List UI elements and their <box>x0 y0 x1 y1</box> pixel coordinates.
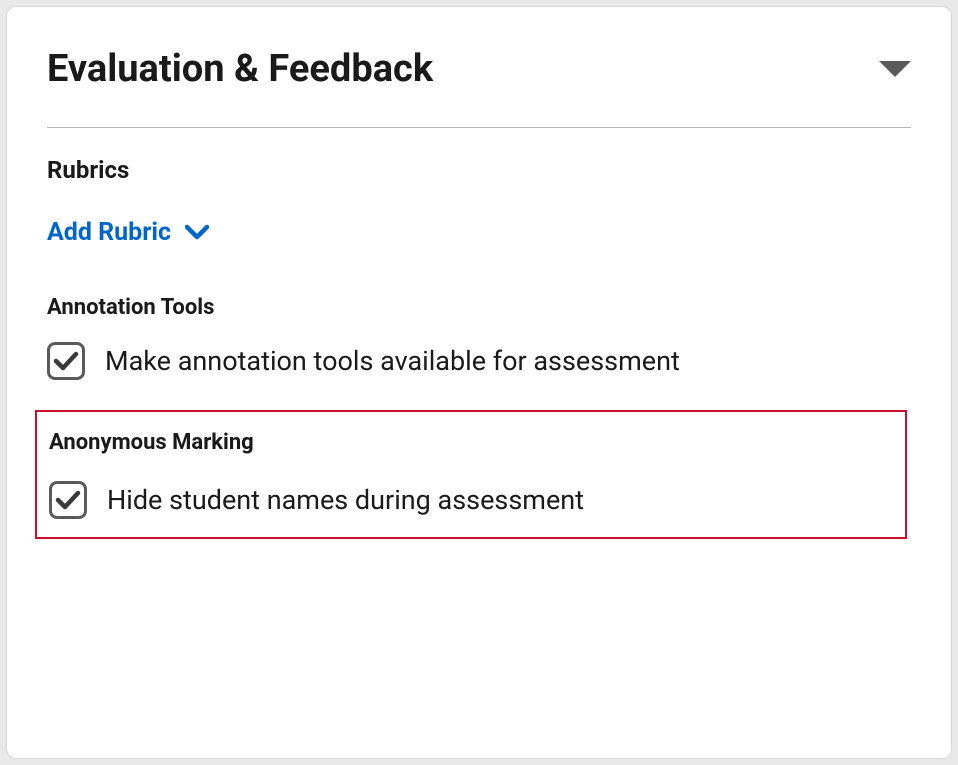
annotation-checkbox[interactable] <box>47 342 85 380</box>
anonymous-checkbox-label: Hide student names during assessment <box>107 484 584 516</box>
anonymous-checkbox-row: Hide student names during assessment <box>49 481 893 519</box>
rubrics-label: Rubrics <box>47 156 911 184</box>
anonymous-marking-highlight: Anonymous Marking Hide student names dur… <box>35 410 907 539</box>
divider <box>47 127 911 128</box>
chevron-down-icon <box>185 218 209 247</box>
annotation-checkbox-row: Make annotation tools available for asse… <box>47 342 911 380</box>
collapse-chevron-icon[interactable] <box>879 61 911 77</box>
panel-title: Evaluation & Feedback <box>47 47 433 91</box>
anonymous-checkbox[interactable] <box>49 481 87 519</box>
panel-header[interactable]: Evaluation & Feedback <box>47 47 911 91</box>
add-rubric-button[interactable]: Add Rubric <box>47 218 209 247</box>
annotation-checkbox-label: Make annotation tools available for asse… <box>105 345 680 377</box>
add-rubric-label: Add Rubric <box>47 218 171 247</box>
evaluation-feedback-panel: Evaluation & Feedback Rubrics Add Rubric… <box>6 6 952 759</box>
anonymous-marking-label: Anonymous Marking <box>49 430 893 455</box>
checkmark-icon <box>55 489 81 511</box>
checkmark-icon <box>53 350 79 372</box>
annotation-tools-label: Annotation Tools <box>47 295 911 320</box>
